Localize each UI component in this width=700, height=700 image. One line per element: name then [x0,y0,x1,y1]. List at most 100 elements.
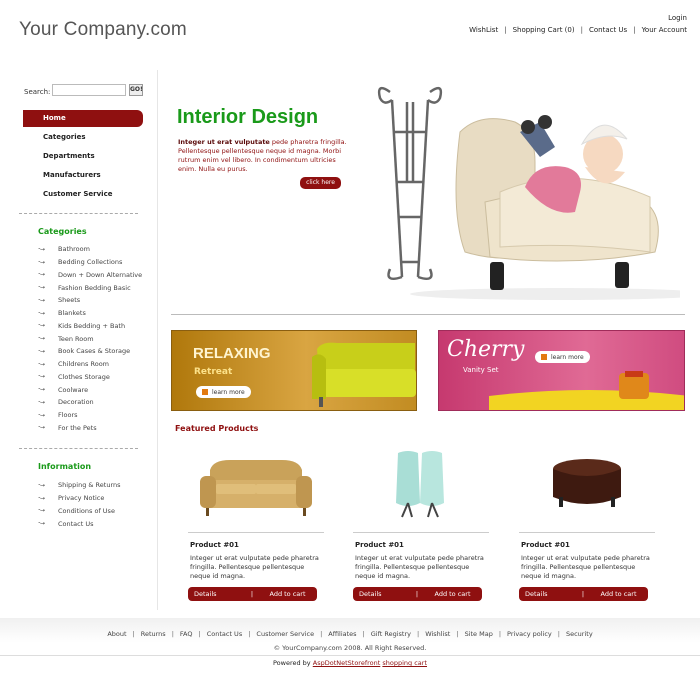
cherry-banner[interactable]: Cherry Vanity Set learn more [438,330,685,411]
relaxing-banner[interactable]: RELAXING Retreat learn more [171,330,417,411]
search-input[interactable] [52,84,126,96]
product-actions: Details | Add to cart [353,587,482,601]
product-image[interactable] [188,437,324,532]
footer-link-faq[interactable]: FAQ [180,630,193,638]
product-name[interactable]: Product #01 [188,541,324,549]
footer-separator: | [456,630,459,638]
info-shipping-returns[interactable]: ··→ Shipping & Returns [38,479,158,492]
learn-more-button[interactable]: learn more [535,351,590,363]
nav-home[interactable]: Home [23,110,143,127]
shopping-cart-link[interactable]: Shopping Cart (0) [513,26,575,34]
product-name[interactable]: Product #01 [519,541,655,549]
storefront-link[interactable]: AspDotNetStorefront [313,659,381,667]
nav-categories[interactable]: Categories [23,129,143,148]
dotted-arrow-icon: ··→ [38,494,45,502]
footer-link-customer-service[interactable]: Customer Service [256,630,314,638]
dotted-arrow-icon: ··→ [38,507,45,515]
dotted-arrow-icon: ··→ [38,309,45,317]
details-button[interactable]: Details [188,590,246,598]
powered-by: Powered by AspDotNetStorefront shopping … [0,659,700,667]
contact-us-link[interactable]: Contact Us [589,26,627,34]
footer-separator: | [417,630,420,638]
category-for-the-pets[interactable]: ··→ For the Pets [38,422,158,435]
footer-separator: | [320,630,323,638]
category-fashion-bedding-basic[interactable]: ··→ Fashion Bedding Basic [38,281,158,294]
learn-more-button[interactable]: learn more [196,386,251,398]
nav-customer-service[interactable]: Customer Service [23,186,143,205]
product-image[interactable] [353,437,489,532]
nav-departments[interactable]: Departments [23,148,143,167]
category-blankets[interactable]: ··→ Blankets [38,307,158,320]
action-separator: | [581,590,585,598]
footer-link-site-map[interactable]: Site Map [465,630,493,638]
footer-separator: | [171,630,174,638]
action-separator: | [415,590,419,598]
category-bedding-collections[interactable]: ··→ Bedding Collections [38,256,158,269]
product-divider [519,532,655,533]
info-conditions-of-use[interactable]: ··→ Conditions of Use [38,505,158,518]
ottoman-image [553,458,621,507]
category-coolware[interactable]: ··→ Coolware [38,383,158,396]
footer-link-security[interactable]: Security [566,630,593,638]
category-clothes-storage[interactable]: ··→ Clothes Storage [38,371,158,384]
footer-divider [0,655,700,656]
product-card: Product #01 Integer ut erat vulputate pe… [188,437,324,601]
category-floors[interactable]: ··→ Floors [38,409,158,422]
product-name[interactable]: Product #01 [353,541,489,549]
shopping-cart-footer-link[interactable]: shopping cart [382,659,427,667]
details-button[interactable]: Details [353,590,411,598]
category-bathroom[interactable]: ··→ Bathroom [38,243,158,256]
details-button[interactable]: Details [519,590,577,598]
dotted-arrow-icon: ··→ [38,424,45,432]
banner-title: RELAXING [193,345,271,362]
dotted-arrow-icon: ··→ [38,481,45,489]
login-link[interactable]: Login [668,14,687,22]
footer-separator: | [248,630,251,638]
category-sheets[interactable]: ··→ Sheets [38,294,158,307]
dotted-arrow-icon: ··→ [38,411,45,419]
category-label: Floors [58,411,78,420]
add-to-cart-button[interactable]: Add to cart [258,590,317,598]
hero-click-button[interactable]: click here [300,177,341,189]
category-book-cases-storage[interactable]: ··→ Book Cases & Storage [38,345,158,358]
footer-link-gift-registry[interactable]: Gift Registry [371,630,411,638]
your-account-link[interactable]: Your Account [642,26,687,34]
category-down-down-alternative[interactable]: ··→ Down + Down Alternative [38,269,158,282]
category-label: Bedding Collections [58,258,123,267]
info-label: Shipping & Returns [58,481,121,490]
category-kids-bedding-bath[interactable]: ··→ Kids Bedding + Bath [38,320,158,333]
footer-separator: | [362,630,365,638]
categories-title: Categories [38,227,87,236]
featured-products-title: Featured Products [175,424,259,433]
orange-square-icon [541,354,547,360]
footer-link-privacy-policy[interactable]: Privacy policy [507,630,552,638]
wishlist-link[interactable]: WishList [469,26,498,34]
category-decoration[interactable]: ··→ Decoration [38,396,158,409]
information-title: Information [38,462,92,471]
lamps-image [396,450,444,517]
footer-link-returns[interactable]: Returns [141,630,166,638]
category-teen-room[interactable]: ··→ Teen Room [38,332,158,345]
footer-link-affiliates[interactable]: Affiliates [328,630,356,638]
footer-link-wishlist[interactable]: Wishlist [425,630,450,638]
dotted-arrow-icon: ··→ [38,258,45,266]
add-to-cart-button[interactable]: Add to cart [589,590,648,598]
dotted-arrow-icon: ··→ [38,360,45,368]
info-contact-us[interactable]: ··→ Contact Us [38,517,158,530]
search-label: Search: [24,88,51,96]
info-privacy-notice[interactable]: ··→ Privacy Notice [38,492,158,505]
add-to-cart-button[interactable]: Add to cart [423,590,482,598]
dotted-arrow-icon: ··→ [38,271,45,279]
category-childrens-room[interactable]: ··→ Childrens Room [38,358,158,371]
nav-manufacturers[interactable]: Manufacturers [23,167,143,186]
footer-link-contact-us[interactable]: Contact Us [207,630,243,638]
product-image[interactable] [519,437,655,532]
vanity-table-image [489,371,684,410]
product-divider [353,532,489,533]
category-label: For the Pets [58,423,97,432]
info-label: Privacy Notice [58,494,105,503]
vertical-divider [157,70,158,610]
search-go-button[interactable]: GO! [129,84,143,96]
footer-link-about[interactable]: About [107,630,126,638]
site-logo[interactable]: Your Company.com [19,19,187,41]
